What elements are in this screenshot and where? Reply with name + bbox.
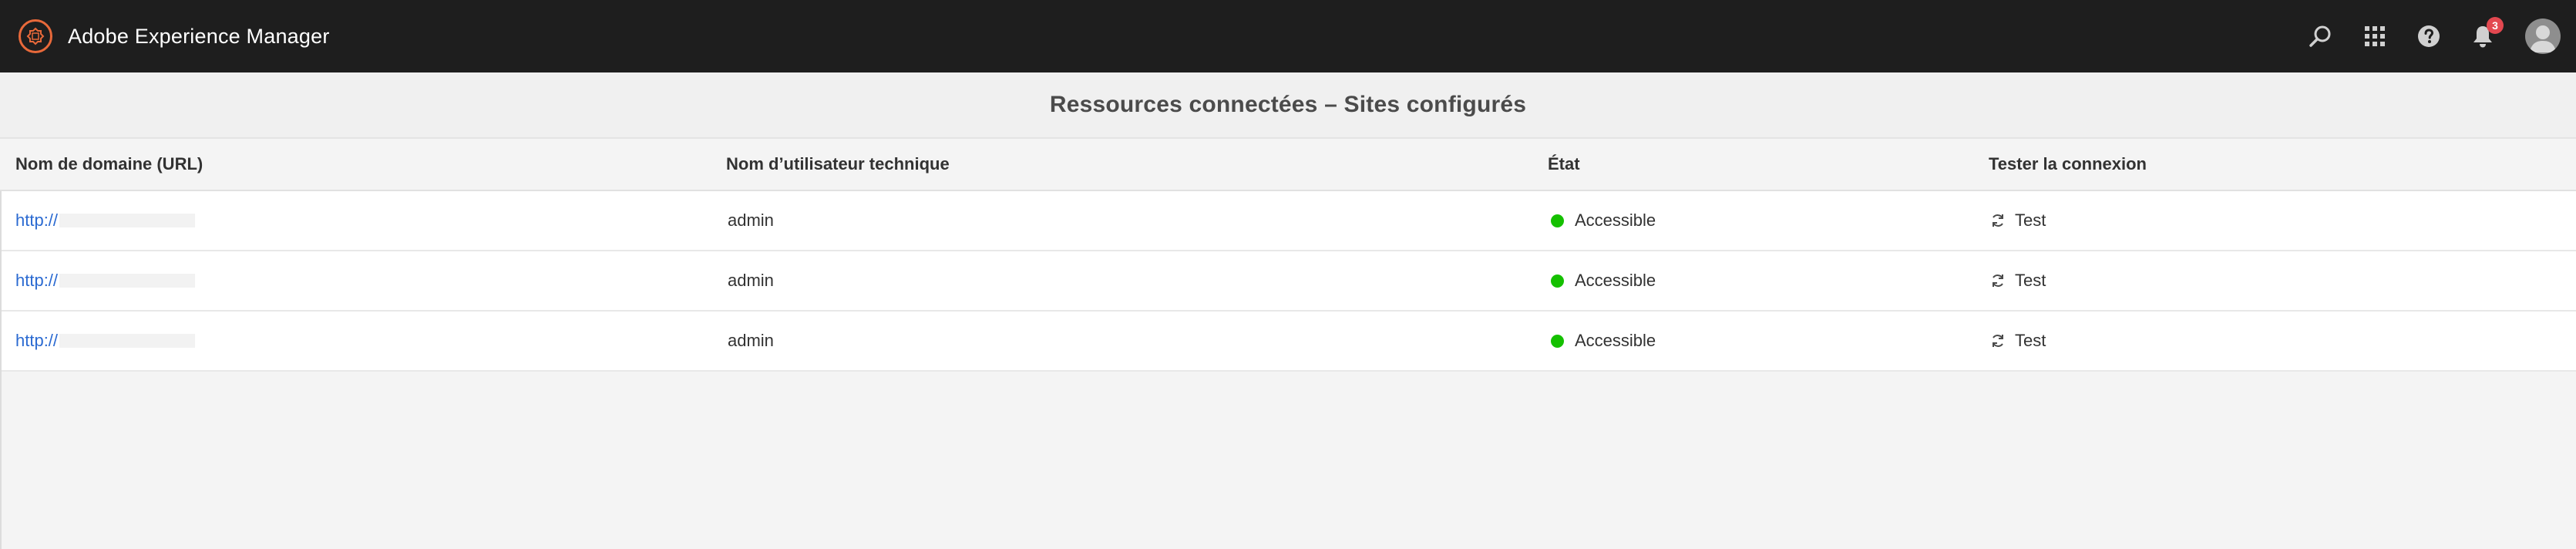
user-cell: admin	[728, 211, 774, 230]
test-cell: Test	[1990, 312, 2046, 370]
test-label: Test	[2015, 271, 2046, 290]
app-title: Adobe Experience Manager	[68, 24, 330, 48]
domain-link[interactable]: http://	[15, 211, 58, 231]
test-connection-button[interactable]: Test	[1990, 331, 2046, 351]
notification-badge: 3	[2487, 17, 2504, 34]
search-icon	[2309, 25, 2331, 47]
status-label: Accessible	[1575, 331, 1656, 350]
test-label: Test	[2015, 211, 2046, 230]
status-label: Accessible	[1575, 271, 1656, 290]
notifications-button[interactable]: 3	[2456, 0, 2510, 72]
user-cell: admin	[728, 331, 774, 350]
refresh-icon	[1993, 274, 2003, 287]
solutions-button[interactable]	[2348, 0, 2402, 72]
table-row[interactable]: http:// admin Accessible Test	[2, 251, 2576, 312]
status-cell: Accessible	[1549, 191, 1656, 250]
table-row[interactable]: http:// admin Accessible Test	[2, 312, 2576, 372]
column-header-domain[interactable]: Nom de domaine (URL)	[15, 154, 203, 174]
status-cell: Accessible	[1549, 251, 1656, 310]
redacted-hostname	[59, 334, 196, 348]
column-header-status[interactable]: État	[1548, 154, 1580, 174]
top-navigation-bar: Adobe Experience Manager 3	[0, 0, 2576, 72]
redacted-hostname	[59, 214, 196, 227]
solutions-grid-icon	[2365, 26, 2385, 46]
test-label: Test	[2015, 331, 2046, 350]
page-title: Ressources connectées – Sites configurés	[1049, 92, 1527, 117]
help-button[interactable]	[2402, 0, 2456, 72]
domain-link[interactable]: http://	[15, 271, 58, 291]
status-ok-icon	[1551, 214, 1564, 227]
test-connection-button[interactable]: Test	[1990, 211, 2046, 231]
column-header-user[interactable]: Nom d’utilisateur technique	[726, 154, 950, 174]
domain-link[interactable]: http://	[15, 331, 58, 351]
connected-sites-table: Nom de domaine (URL) Nom d’utilisateur t…	[0, 139, 2576, 372]
brand[interactable]: Adobe Experience Manager	[18, 19, 330, 53]
topbar-actions: 3	[2294, 0, 2576, 72]
column-header-test[interactable]: Tester la connexion	[1989, 154, 2147, 174]
user-avatar	[2525, 19, 2561, 54]
status-ok-icon	[1551, 334, 1564, 348]
status-ok-icon	[1551, 274, 1564, 288]
test-connection-button[interactable]: Test	[1990, 271, 2046, 291]
search-button[interactable]	[2294, 0, 2348, 72]
user-menu-button[interactable]	[2510, 0, 2576, 72]
table-header: Nom de domaine (URL) Nom d’utilisateur t…	[0, 139, 2576, 191]
test-cell: Test	[1990, 251, 2046, 310]
table-row[interactable]: http:// admin Accessible Test	[2, 191, 2576, 251]
domain-cell: http://	[15, 312, 196, 370]
status-cell: Accessible	[1549, 312, 1656, 370]
test-cell: Test	[1990, 191, 2046, 250]
help-icon	[2418, 25, 2440, 47]
aem-logo-icon	[18, 19, 52, 53]
refresh-icon	[1993, 335, 2003, 347]
domain-cell: http://	[15, 251, 196, 310]
redacted-hostname	[59, 274, 196, 288]
user-cell: admin	[728, 271, 774, 290]
refresh-icon	[1993, 214, 2003, 227]
domain-cell: http://	[15, 191, 196, 250]
status-label: Accessible	[1575, 211, 1656, 230]
page-header: Ressources connectées – Sites configurés	[0, 72, 2576, 139]
